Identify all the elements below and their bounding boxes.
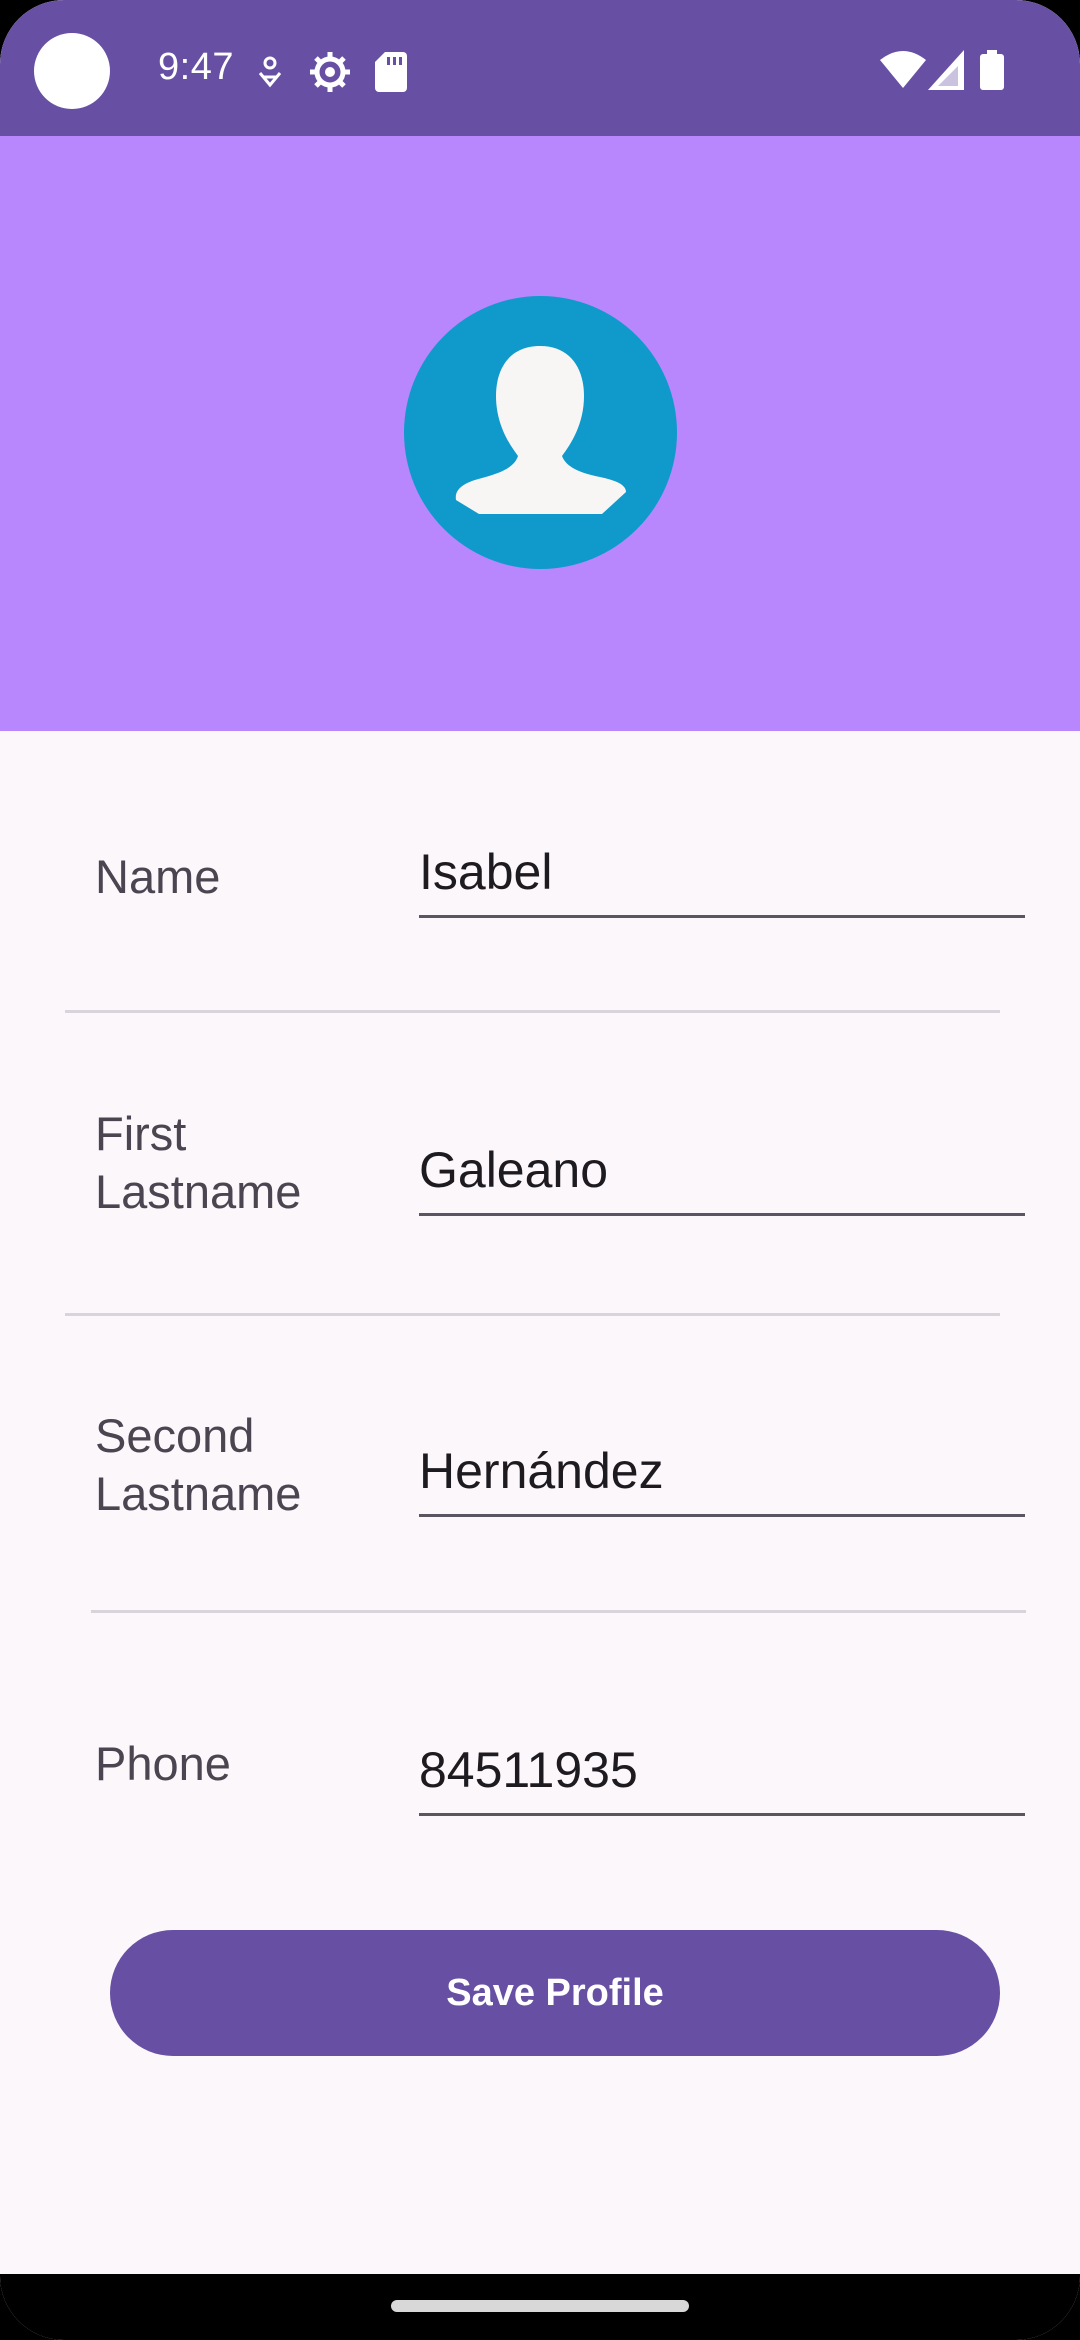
profile-header bbox=[0, 136, 1080, 731]
camera-cutout bbox=[34, 33, 110, 109]
phone-label: Phone bbox=[95, 1737, 231, 1790]
name-label: Name bbox=[95, 850, 221, 903]
second-lastname-input[interactable]: Hernández bbox=[419, 1431, 1025, 1517]
sd-card-icon bbox=[375, 52, 407, 92]
divider bbox=[65, 1010, 1000, 1013]
phone-input[interactable]: 84511935 bbox=[419, 1730, 1025, 1816]
divider bbox=[91, 1610, 1026, 1613]
second-lastname-label: Second Lastname bbox=[95, 1409, 302, 1520]
status-bar: 9:47 bbox=[0, 0, 1080, 136]
notification-dot-icon bbox=[258, 56, 282, 88]
first-lastname-input[interactable]: Galeano bbox=[419, 1130, 1025, 1216]
name-input[interactable]: Isabel bbox=[419, 832, 1025, 918]
settings-gear-icon bbox=[310, 52, 350, 92]
save-profile-button[interactable]: Save Profile bbox=[110, 1930, 1000, 2056]
home-handle[interactable] bbox=[391, 2300, 689, 2312]
wifi-icon bbox=[880, 51, 926, 88]
status-time: 9:47 bbox=[158, 46, 234, 88]
first-lastname-label: First Lastname bbox=[95, 1107, 302, 1218]
screen: 9:47 Name Isabel First Lastname Galeano … bbox=[0, 0, 1080, 2340]
divider bbox=[65, 1313, 1000, 1316]
signal-icon bbox=[928, 50, 964, 90]
person-icon[interactable] bbox=[404, 296, 677, 569]
battery-icon bbox=[980, 50, 1004, 90]
